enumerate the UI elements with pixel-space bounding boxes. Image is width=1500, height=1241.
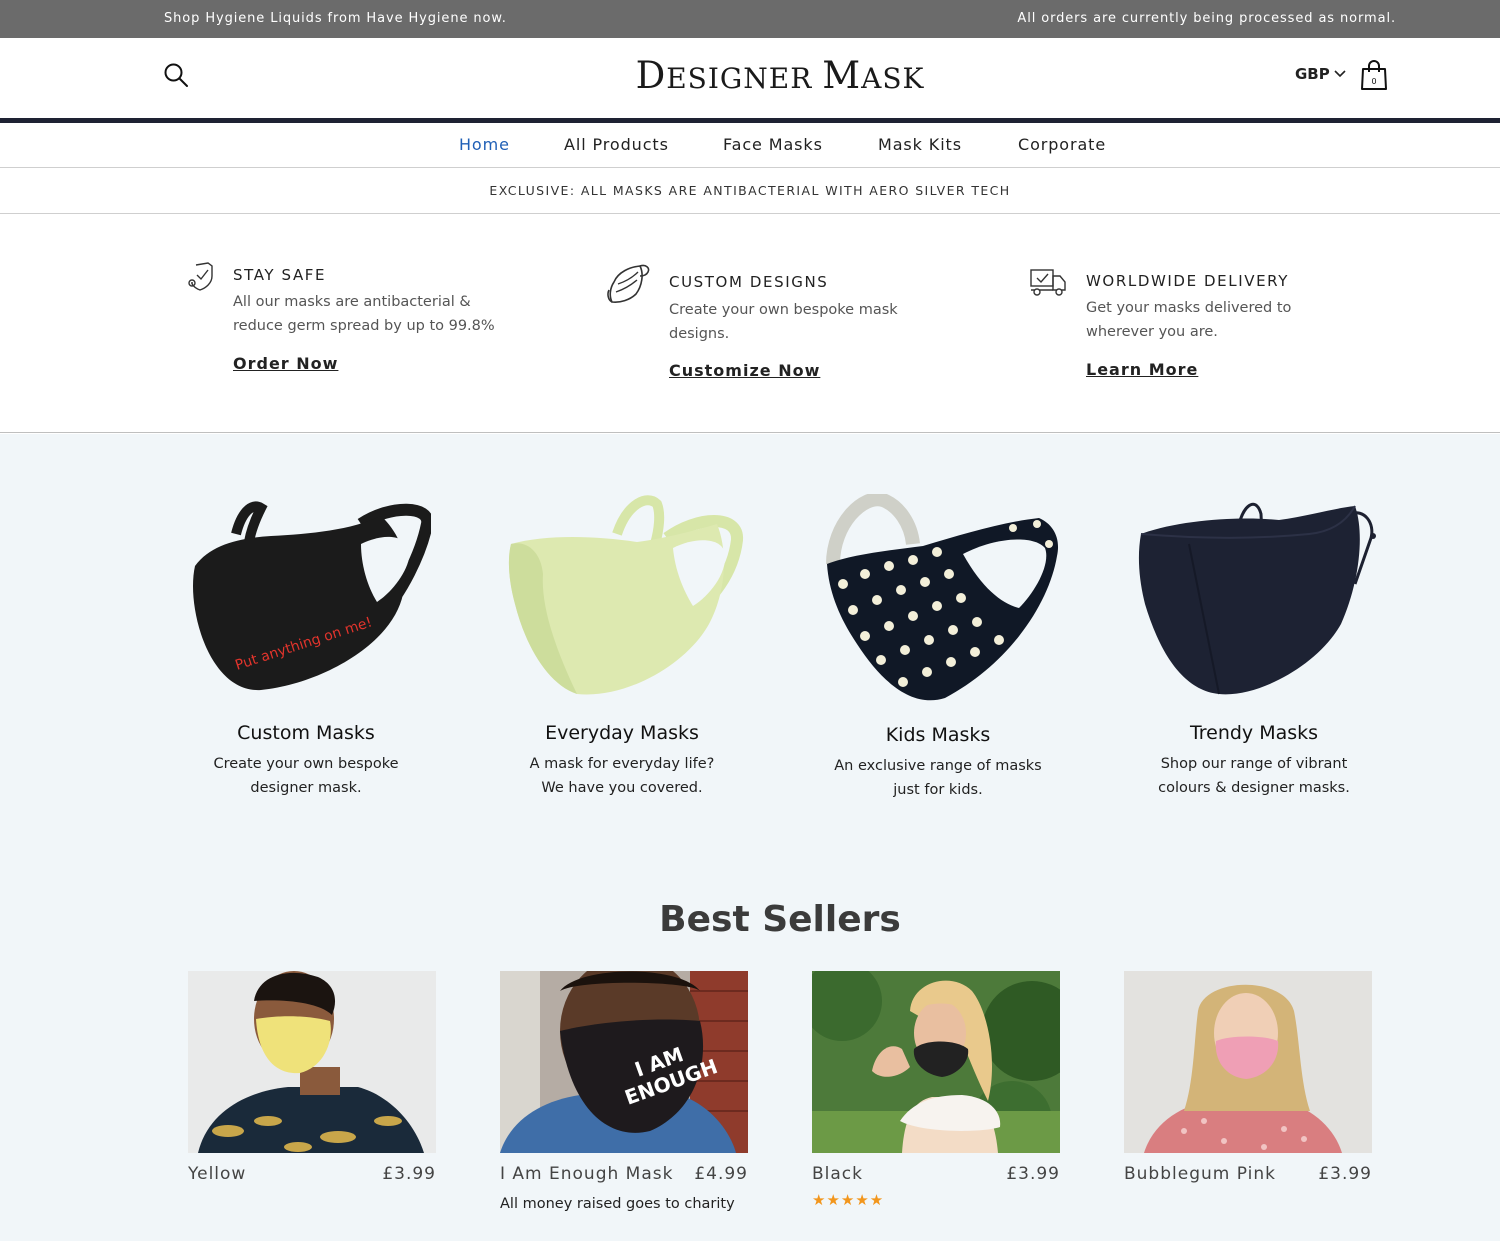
product-name: Bubblegum Pink (1124, 1164, 1276, 1184)
nav-item-face-masks[interactable]: Face Masks (723, 135, 823, 154)
product-card-i-am-enough[interactable]: I AM ENOUGH I Am Enough Mask £4.99 All m… (500, 971, 748, 1212)
category-description: Create your own bespoke designer mask. (213, 756, 399, 796)
announcement-left-link[interactable]: Shop Hygiene Liquids from Have Hygiene n… (164, 11, 507, 26)
product-name: I Am Enough Mask (500, 1164, 674, 1184)
category-trendy-masks[interactable]: Trendy Masks Shop our range of vibrant c… (1124, 494, 1384, 800)
announcement-right-text: All orders are currently being processed… (1017, 11, 1396, 26)
product-price: £3.99 (382, 1164, 436, 1184)
announcement-bar: Shop Hygiene Liquids from Have Hygiene n… (0, 0, 1500, 38)
category-everyday-masks[interactable]: Everyday Masks A mask for everyday life?… (492, 494, 752, 800)
trendy-mask-image (1138, 502, 1376, 695)
customize-now-link[interactable]: Customize Now (669, 361, 820, 380)
category-title: Custom Masks (237, 722, 375, 744)
nav-item-home[interactable]: Home (459, 135, 510, 154)
category-description: Shop our range of vibrant colours & desi… (1158, 756, 1350, 796)
product-image-yellow (188, 971, 436, 1153)
product-price: £3.99 (1006, 1164, 1060, 1184)
main-nav: Home All Products Face Masks Mask Kits C… (0, 123, 1500, 168)
shopping-bag-icon[interactable]: 0 (1360, 60, 1388, 90)
category-title: Kids Masks (885, 724, 991, 746)
kids-mask-image (826, 494, 1059, 701)
site-header: DESIGNER MASK GBP 0 (0, 38, 1500, 118)
category-description: An exclusive range of masks just for kid… (834, 758, 1042, 798)
best-sellers-title: Best Sellers (659, 899, 901, 940)
order-now-link[interactable]: Order Now (233, 354, 338, 373)
category-title: Trendy Masks (1189, 722, 1319, 744)
category-description: A mask for everyday life? We have you co… (529, 756, 715, 796)
product-note: All money raised goes to charity (500, 1196, 735, 1212)
currency-label: GBP (1295, 65, 1330, 83)
feature-description: Create your own bespoke mask designs. (669, 302, 898, 342)
site-logo[interactable]: DESIGNER MASK (0, 54, 1500, 97)
custom-mask-image: Put anything on me! (193, 501, 431, 691)
product-card-bubblegum-pink[interactable]: Bubblegum Pink £3.99 (1124, 971, 1372, 1184)
product-card-black[interactable]: Black £3.99 ★★★★★ (812, 971, 1060, 1209)
features-section: STAY SAFE All our masks are antibacteria… (0, 214, 1500, 433)
cart-count: 0 (1371, 77, 1376, 86)
delivery-truck-icon (1030, 269, 1066, 296)
everyday-mask-image (508, 495, 743, 695)
product-name: Black (812, 1164, 863, 1184)
chevron-down-icon (1334, 70, 1346, 78)
feature-title: STAY SAFE (233, 266, 327, 284)
category-title: Everyday Masks (545, 722, 699, 744)
shield-check-icon (188, 262, 213, 291)
learn-more-link[interactable]: Learn More (1086, 360, 1198, 379)
notice-text: EXCLUSIVE: ALL MASKS ARE ANTIBACTERIAL W… (489, 183, 1011, 198)
product-image-i-am-enough: I AM ENOUGH (500, 971, 748, 1153)
nav-item-corporate[interactable]: Corporate (1018, 135, 1106, 154)
product-name: Yellow (188, 1164, 247, 1184)
feature-description: Get your masks delivered to wherever you… (1086, 300, 1292, 340)
product-price: £4.99 (694, 1164, 748, 1184)
product-card-yellow[interactable]: Yellow £3.99 (188, 971, 436, 1184)
currency-selector[interactable]: GBP (1295, 65, 1346, 83)
product-price: £3.99 (1318, 1164, 1372, 1184)
product-image-black (812, 971, 1060, 1153)
nav-item-all-products[interactable]: All Products (564, 135, 669, 154)
category-kids-masks[interactable]: Kids Masks An exclusive range of masks j… (808, 494, 1068, 802)
rating-stars: ★★★★★ (812, 1191, 885, 1209)
feature-description: All our masks are antibacterial & reduce… (233, 294, 495, 334)
product-image-bubblegum-pink (1124, 971, 1372, 1153)
feature-title: CUSTOM DESIGNS (669, 273, 829, 291)
feature-title: WORLDWIDE DELIVERY (1086, 272, 1289, 290)
mask-icon (607, 264, 650, 303)
category-custom-masks[interactable]: Put anything on me! Custom Masks Create … (176, 494, 436, 800)
notice-bar: EXCLUSIVE: ALL MASKS ARE ANTIBACTERIAL W… (0, 168, 1500, 214)
nav-item-mask-kits[interactable]: Mask Kits (878, 135, 962, 154)
